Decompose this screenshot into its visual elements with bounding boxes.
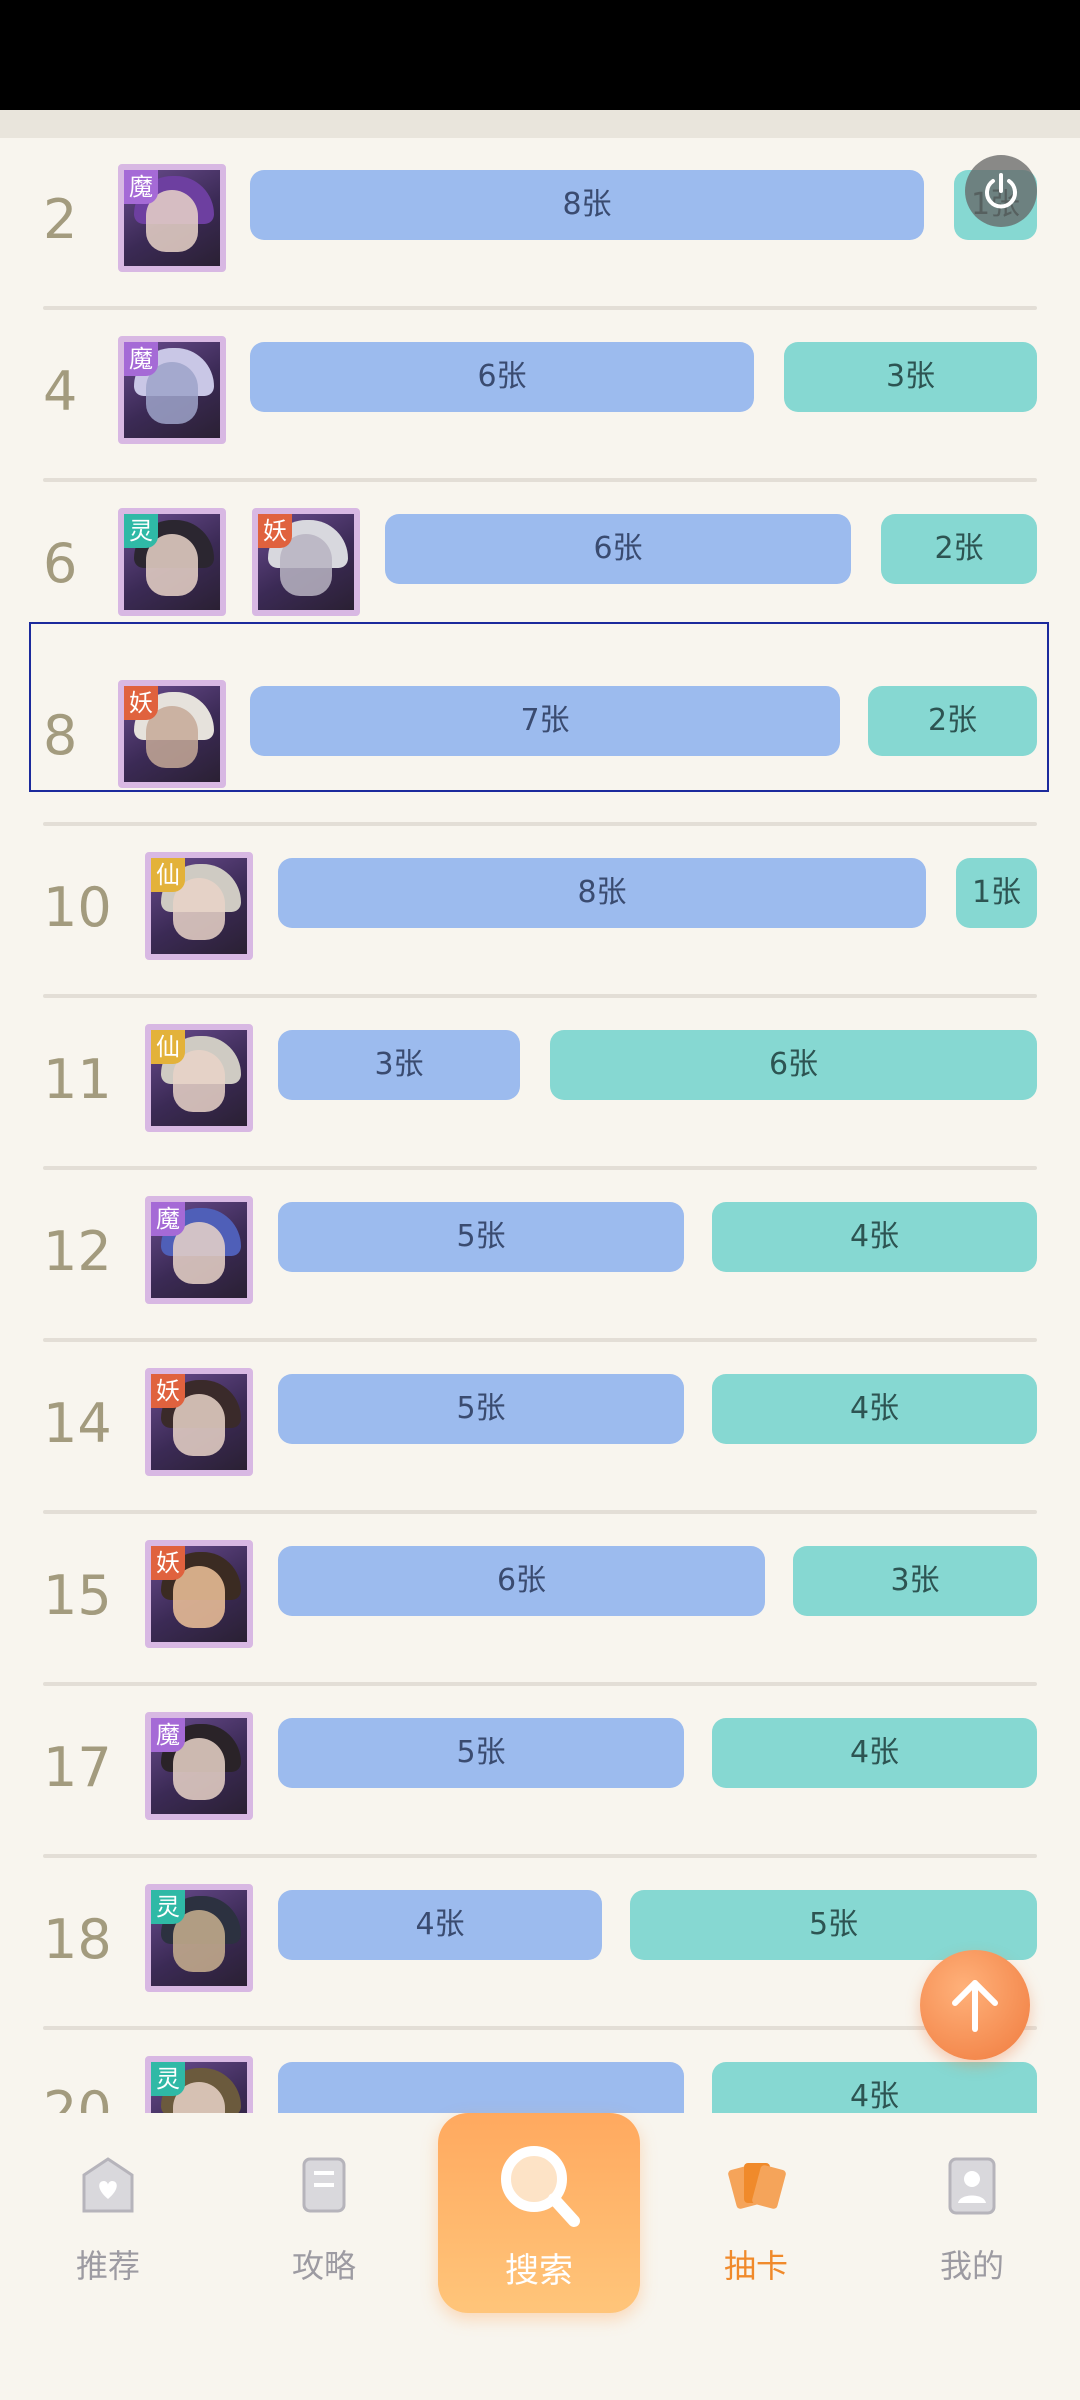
count-bar-left: 8张 bbox=[250, 170, 924, 240]
faction-badge: 灵 bbox=[151, 1890, 185, 1924]
row-number: 12 bbox=[43, 1220, 112, 1283]
top-strip bbox=[0, 110, 1080, 138]
list-item: 15 妖 6张 3张 bbox=[0, 1514, 1080, 1686]
search-icon bbox=[501, 2146, 580, 2227]
count-bar-right: 3张 bbox=[784, 342, 1037, 412]
list-item: 4 魔 6张 3张 bbox=[0, 310, 1080, 482]
character-avatar[interactable]: 灵 bbox=[145, 2056, 253, 2113]
faction-badge: 魔 bbox=[151, 1718, 185, 1752]
row-number: 14 bbox=[43, 1392, 112, 1455]
tab-label: 抽卡 bbox=[723, 2247, 788, 2285]
count-bar-right: 4张 bbox=[712, 1202, 1037, 1272]
tab-mine[interactable]: 我的 bbox=[912, 2153, 1032, 2303]
tab-label: 我的 bbox=[939, 2247, 1004, 2285]
faction-badge: 魔 bbox=[124, 170, 158, 204]
power-icon bbox=[985, 173, 1017, 209]
cards-icon bbox=[728, 2163, 786, 2209]
count-bar-left: 5张 bbox=[278, 1374, 684, 1444]
row-number: 6 bbox=[43, 532, 78, 595]
character-avatar[interactable]: 妖 bbox=[252, 508, 360, 616]
list-item: 12 魔 5张 4张 bbox=[0, 1170, 1080, 1342]
count-bar-left: 5张 bbox=[278, 1202, 684, 1272]
count-bar-left: 8张 bbox=[278, 858, 926, 928]
list-item: 17 魔 5张 4张 bbox=[0, 1686, 1080, 1858]
character-avatar[interactable]: 魔 bbox=[145, 1196, 253, 1304]
row-number: 18 bbox=[43, 1908, 112, 1971]
character-avatar[interactable]: 魔 bbox=[118, 336, 226, 444]
character-avatar[interactable]: 魔 bbox=[118, 164, 226, 272]
card-count-list[interactable]: 2 魔 8张 1张 4 魔 6张 3张 6 灵 妖 bbox=[0, 138, 1080, 2113]
status-bar bbox=[0, 0, 1080, 110]
tab-label: 推荐 bbox=[75, 2247, 140, 2285]
row-number: 17 bbox=[43, 1736, 112, 1799]
faction-badge: 妖 bbox=[151, 1546, 185, 1580]
row-number: 15 bbox=[43, 1564, 112, 1627]
faction-badge: 灵 bbox=[124, 514, 158, 548]
count-bar-right: 1张 bbox=[956, 858, 1037, 928]
faction-badge: 仙 bbox=[151, 858, 185, 892]
selected-row-outline bbox=[29, 622, 1049, 792]
tab-label: 搜索 bbox=[505, 2251, 573, 2291]
count-bar-left: 3张 bbox=[278, 1030, 520, 1100]
character-avatar[interactable]: 妖 bbox=[145, 1368, 253, 1476]
count-bar-left: 4张 bbox=[278, 1890, 602, 1960]
faction-badge: 妖 bbox=[151, 1374, 185, 1408]
scroll-top-button[interactable] bbox=[920, 1950, 1030, 2060]
count-bar-right: 4张 bbox=[712, 1374, 1037, 1444]
character-avatar[interactable]: 魔 bbox=[145, 1712, 253, 1820]
count-bar-right: 4张 bbox=[712, 2062, 1037, 2113]
row-number: 20 bbox=[43, 2080, 112, 2113]
list-item: 11 仙 3张 6张 bbox=[0, 998, 1080, 1170]
row-number: 11 bbox=[43, 1048, 112, 1111]
tab-guide[interactable]: 攻略 bbox=[264, 2153, 384, 2303]
faction-badge: 灵 bbox=[151, 2062, 185, 2096]
row-number: 4 bbox=[43, 360, 78, 423]
bottom-nav: 推荐 攻略 搜索 抽卡 我的 bbox=[0, 2113, 1080, 2400]
heart-home-icon bbox=[82, 2157, 134, 2213]
tab-draw[interactable]: 抽卡 bbox=[696, 2153, 816, 2303]
count-bar-right: 4张 bbox=[712, 1718, 1037, 1788]
count-bar-left: 6张 bbox=[385, 514, 851, 584]
count-bar-left: 5张 bbox=[278, 1718, 684, 1788]
character-avatar[interactable]: 灵 bbox=[118, 508, 226, 616]
list-item: 20 灵 4张 bbox=[0, 2030, 1080, 2113]
list-item: 10 仙 8张 1张 bbox=[0, 826, 1080, 998]
count-bar-left bbox=[278, 2062, 684, 2113]
row-number: 10 bbox=[43, 876, 112, 939]
arrow-up-icon bbox=[952, 1980, 998, 2032]
character-avatar[interactable]: 仙 bbox=[145, 1024, 253, 1132]
character-avatar[interactable]: 灵 bbox=[145, 1884, 253, 1992]
book-icon bbox=[302, 2157, 346, 2213]
faction-badge: 仙 bbox=[151, 1030, 185, 1064]
tab-recommend[interactable]: 推荐 bbox=[48, 2153, 168, 2303]
tab-label: 攻略 bbox=[291, 2247, 356, 2285]
count-bar-left: 6张 bbox=[278, 1546, 765, 1616]
character-avatar[interactable]: 妖 bbox=[145, 1540, 253, 1648]
list-item: 2 魔 8张 1张 bbox=[0, 138, 1080, 310]
count-bar-right: 2张 bbox=[881, 514, 1037, 584]
count-bar-right: 6张 bbox=[550, 1030, 1037, 1100]
list-item: 14 妖 5张 4张 bbox=[0, 1342, 1080, 1514]
faction-badge: 魔 bbox=[151, 1202, 185, 1236]
row-number: 2 bbox=[43, 188, 78, 251]
list-item: 18 灵 4张 5张 bbox=[0, 1858, 1080, 2030]
power-button[interactable] bbox=[965, 155, 1037, 227]
faction-badge: 魔 bbox=[124, 342, 158, 376]
count-bar-left: 6张 bbox=[250, 342, 754, 412]
faction-badge: 妖 bbox=[258, 514, 292, 548]
tab-search[interactable]: 搜索 bbox=[438, 2113, 640, 2313]
character-avatar[interactable]: 仙 bbox=[145, 852, 253, 960]
count-bar-right: 3张 bbox=[793, 1546, 1037, 1616]
profile-icon bbox=[948, 2157, 996, 2215]
